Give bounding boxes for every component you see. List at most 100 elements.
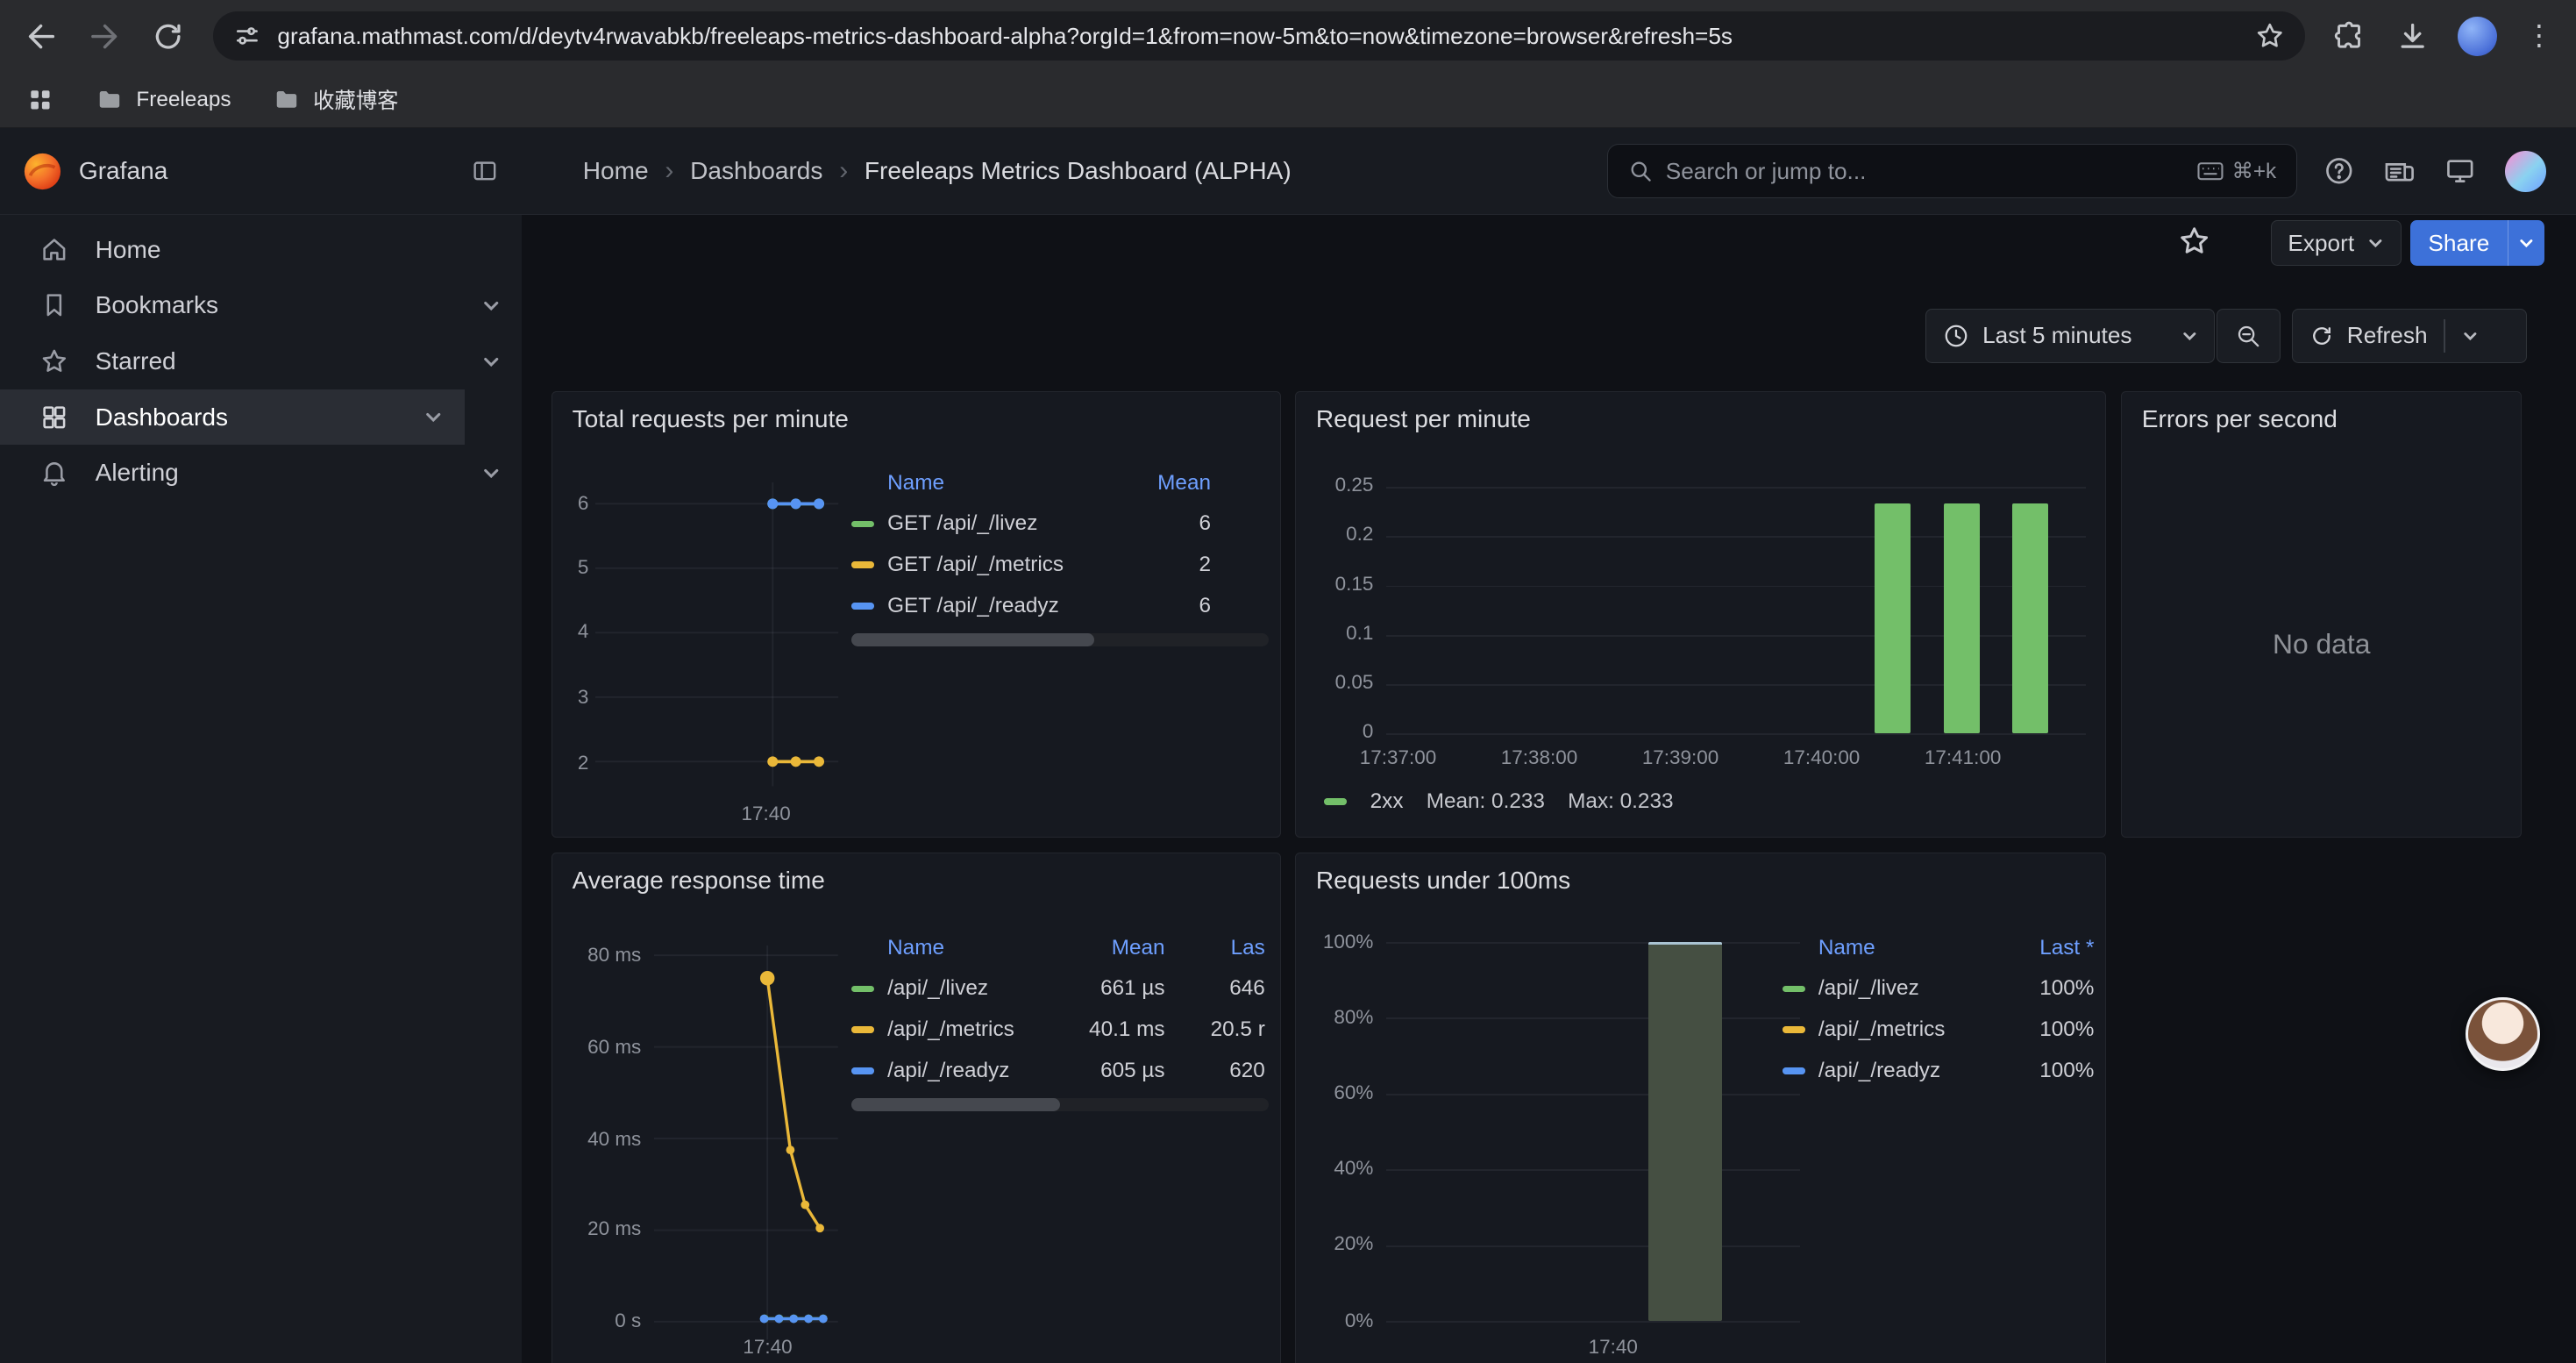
- legend-row[interactable]: GET /api/_/readyz 6: [851, 586, 1269, 627]
- browser-menu-icon[interactable]: ⋮: [2525, 22, 2553, 50]
- chevron-down-icon[interactable]: [481, 296, 501, 315]
- share-button-label[interactable]: Share: [2410, 220, 2508, 266]
- scrollbar-thumb[interactable]: [851, 1098, 1060, 1111]
- breadcrumb-dashboards[interactable]: Dashboards: [690, 157, 822, 185]
- folder-icon: [274, 87, 300, 113]
- legend-header-name[interactable]: Name: [887, 471, 1074, 496]
- sidebar-item-starred[interactable]: Starred: [0, 333, 522, 389]
- breadcrumb-home[interactable]: Home: [583, 157, 649, 185]
- url-input[interactable]: [277, 23, 2238, 50]
- sidebar-item-dashboards[interactable]: Dashboards: [0, 389, 465, 446]
- legend: 2xx Mean: 0.233 Max: 0.233: [1324, 789, 1673, 814]
- legend-row[interactable]: /api/_/metrics 100%: [1783, 1010, 2098, 1051]
- brand-title: Grafana: [79, 157, 167, 185]
- y-axis-tick: 5: [552, 556, 588, 579]
- legend-header-mean[interactable]: Mean: [1050, 936, 1165, 960]
- panel-requests-under-100ms: Requests under 100ms 100% 80% 60% 40% 20…: [1295, 853, 2106, 1363]
- legend-header-last[interactable]: Las: [1165, 936, 1269, 960]
- chart-plot-area[interactable]: [654, 946, 838, 1339]
- search-input[interactable]: [1666, 158, 2184, 185]
- back-icon[interactable]: [23, 18, 59, 54]
- panel-title[interactable]: Requests under 100ms: [1316, 867, 1570, 895]
- series-color-swatch: [1324, 798, 1347, 804]
- chart-plot-area[interactable]: [1386, 934, 1800, 1328]
- legend-row[interactable]: GET /api/_/metrics 2: [851, 545, 1269, 586]
- legend-header-mean[interactable]: Mean: [1075, 471, 1269, 496]
- chevron-down-icon: [2181, 328, 2198, 345]
- sidebar-item-label: Dashboards: [96, 403, 228, 432]
- legend-row[interactable]: /api/_/livez 100%: [1783, 968, 2098, 1010]
- refresh-interval-caret[interactable]: [2462, 328, 2479, 345]
- share-menu-caret[interactable]: [2508, 220, 2544, 266]
- panel-title[interactable]: Errors per second: [2142, 405, 2338, 433]
- forward-icon[interactable]: [87, 18, 123, 54]
- legend-row[interactable]: /api/_/metrics 40.1 ms 20.5 r: [851, 1010, 1269, 1051]
- legend-header-last[interactable]: Last *: [2003, 936, 2098, 960]
- browser-profile-avatar[interactable]: [2458, 17, 2497, 56]
- extensions-icon[interactable]: [2333, 19, 2367, 54]
- chevron-down-icon[interactable]: [423, 407, 443, 426]
- sidebar-item-home[interactable]: Home: [0, 222, 522, 278]
- panel-title[interactable]: Total requests per minute: [573, 405, 849, 433]
- grafana-header: Grafana Home › Dashboards › Freeleaps Me…: [0, 128, 2576, 215]
- legend-row[interactable]: /api/_/readyz 100%: [1783, 1050, 2098, 1091]
- legend-series-label[interactable]: 2xx: [1370, 789, 1404, 814]
- assistant-avatar-overlay[interactable]: [2466, 997, 2539, 1071]
- legend-row[interactable]: GET /api/_/livez 6: [851, 503, 1269, 545]
- time-range-picker[interactable]: Last 5 minutes: [1925, 309, 2215, 363]
- sidebar-item-label: Alerting: [96, 459, 179, 487]
- panel-request-per-minute: Request per minute 0.25 0.2 0.15 0.1 0.0…: [1295, 391, 2106, 838]
- panel-title[interactable]: Average response time: [573, 867, 825, 895]
- zoom-out-time-button[interactable]: [2217, 309, 2281, 363]
- refresh-button[interactable]: Refresh: [2292, 309, 2527, 363]
- legend-header-row: Name Mean: [851, 464, 1269, 503]
- bookmark-folder-freeleaps[interactable]: Freeleaps: [96, 87, 231, 113]
- legend-table: Name Last * /api/_/livez 100% /api/_/met…: [1783, 929, 2098, 1091]
- x-axis-tick: 17:38:00: [1501, 746, 1577, 769]
- export-button[interactable]: Export: [2271, 220, 2402, 266]
- grafana-logo[interactable]: [23, 152, 62, 191]
- apps-grid-icon[interactable]: [26, 86, 54, 114]
- sidebar-item-alerting[interactable]: Alerting: [0, 445, 522, 501]
- y-axis-tick: 80 ms: [552, 944, 641, 967]
- legend-scrollbar[interactable]: [851, 1098, 1269, 1111]
- bookmark-star-icon[interactable]: [2254, 20, 2286, 52]
- legend-header-name[interactable]: Name: [887, 936, 1050, 960]
- x-axis-tick: 17:41:00: [1925, 746, 2001, 769]
- legend-scrollbar[interactable]: [851, 633, 1269, 646]
- legend-header-name[interactable]: Name: [1818, 936, 2003, 960]
- sidebar-item-label: Bookmarks: [96, 291, 218, 319]
- bell-icon: [39, 458, 69, 488]
- y-axis-tick: 80%: [1296, 1006, 1373, 1029]
- scrollbar-thumb[interactable]: [851, 633, 1094, 646]
- collapse-sidebar-icon[interactable]: [471, 157, 499, 185]
- chevron-down-icon[interactable]: [481, 463, 501, 482]
- series-color-swatch: [1783, 1026, 1805, 1032]
- news-icon[interactable]: [2384, 155, 2416, 187]
- search-box[interactable]: ⌘+k: [1607, 144, 2296, 198]
- divider: [2444, 319, 2445, 352]
- site-settings-icon[interactable]: [233, 22, 261, 50]
- dashboard-main: Export Share Last 5 minutes Refresh: [522, 215, 2575, 1363]
- favorite-dashboard-star-icon[interactable]: [2177, 224, 2211, 258]
- screen: ⋮ Freeleaps 收藏博客 Grafana: [0, 0, 2576, 1363]
- share-button[interactable]: Share: [2410, 220, 2544, 266]
- screen-icon[interactable]: [2444, 155, 2476, 187]
- star-icon: [39, 346, 69, 376]
- legend-row[interactable]: /api/_/livez 661 µs 646: [851, 968, 1269, 1010]
- y-axis-tick: 60 ms: [552, 1036, 641, 1059]
- chart-plot-area[interactable]: [595, 482, 838, 786]
- downloads-icon[interactable]: [2395, 19, 2430, 54]
- chart-plot-area[interactable]: [1386, 477, 2086, 737]
- help-icon[interactable]: [2323, 155, 2355, 187]
- bookmark-folder-blogs[interactable]: 收藏博客: [274, 84, 398, 115]
- url-bar[interactable]: [213, 11, 2305, 61]
- legend-row[interactable]: /api/_/readyz 605 µs 620: [851, 1050, 1269, 1091]
- chevron-down-icon[interactable]: [481, 352, 501, 371]
- sidebar-item-bookmarks[interactable]: Bookmarks: [0, 277, 522, 333]
- grafana-user-avatar[interactable]: [2505, 151, 2546, 192]
- series-color-swatch: [851, 521, 874, 527]
- reload-icon[interactable]: [151, 19, 185, 54]
- panel-title[interactable]: Request per minute: [1316, 405, 1531, 433]
- series-color-swatch: [851, 561, 874, 567]
